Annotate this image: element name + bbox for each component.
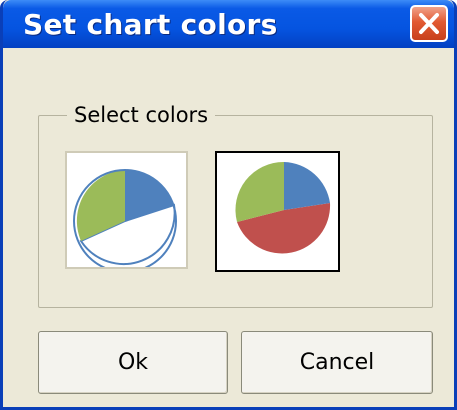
cancel-button[interactable]: Cancel [241, 331, 433, 394]
close-x-icon [419, 13, 439, 34]
group-label: Select colors [67, 103, 216, 127]
pie-option-outline[interactable] [65, 151, 188, 273]
title-bar[interactable]: Set chart colors [3, 0, 454, 48]
dialog-title: Set chart colors [23, 8, 278, 41]
dialog-window: Set chart colors Select colors Ok Cancel [0, 0, 457, 410]
close-button[interactable] [410, 5, 448, 42]
pie-filled-icon [235, 161, 331, 254]
pie-outline-icon [73, 169, 177, 273]
pie-option-filled[interactable] [215, 151, 340, 272]
ok-button[interactable]: Ok [38, 331, 228, 394]
